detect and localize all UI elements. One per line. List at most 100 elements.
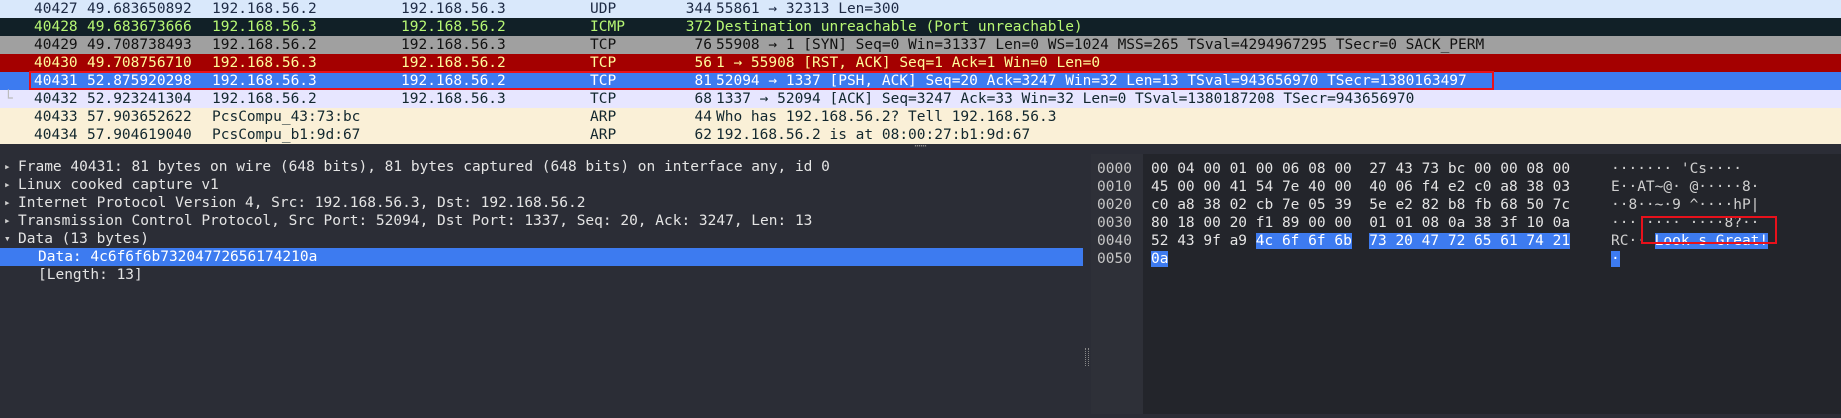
- collapsed-arrow-icon[interactable]: ▸: [4, 158, 16, 176]
- ascii-row[interactable]: ······· 'Cs····: [1611, 160, 1742, 178]
- packet-src-cell: 192.168.56.3: [212, 19, 317, 35]
- hex-row[interactable]: 0a: [1151, 250, 1169, 268]
- packet-info-cell: Who has 192.168.56.2? Tell 192.168.56.3: [716, 109, 1057, 125]
- packet-row[interactable]: 40433 57.903652622 PcsCompu_43:73:bc ARP 44 W…: [0, 108, 1841, 126]
- packet-len-cell: 68: [694, 91, 712, 107]
- packet-no-cell: 40433: [34, 109, 78, 125]
- packet-time-cell: 49.708756710: [87, 55, 192, 71]
- packet-no-cell: 40429: [34, 37, 78, 53]
- ascii-text: ······· 'Cs····: [1611, 161, 1742, 177]
- detail-text: Linux cooked capture v1: [18, 177, 219, 193]
- ascii-row[interactable]: ··8··~·9 ^····hP|: [1611, 196, 1759, 214]
- packet-len-cell: 344: [685, 1, 712, 17]
- ascii-row[interactable]: RC·· Look s Great!: [1611, 232, 1769, 250]
- collapsed-arrow-icon[interactable]: ▸: [4, 194, 16, 212]
- packet-no-cell: 40431: [34, 73, 78, 89]
- hex-bytes-selected: 73 20 47 72 65 61 74 21: [1369, 233, 1571, 249]
- hex-row[interactable]: 45 00 00 41 54 7e 40 00 40 06 f4 e2 c0 a…: [1151, 178, 1570, 196]
- packet-len-cell: 62: [694, 127, 712, 143]
- packet-time-cell: 49.683650892: [87, 1, 192, 17]
- packet-time-cell: 52.923241304: [87, 91, 192, 107]
- vertical-splitter[interactable]: [1083, 154, 1091, 414]
- hex-row[interactable]: 80 18 00 20 f1 89 00 00 01 01 08 0a 38 3…: [1151, 214, 1570, 232]
- byte-offset: 0050: [1097, 251, 1132, 267]
- detail-tree-item[interactable]: [Length: 13]: [0, 266, 1083, 284]
- packet-dst-cell: 192.168.56.3: [401, 1, 506, 17]
- packet-no-cell: 40428: [34, 19, 78, 35]
- detail-tree-item[interactable]: ▸ Internet Protocol Version 4, Src: 192.1…: [0, 194, 1083, 212]
- packet-no-cell: 40430: [34, 55, 78, 71]
- packet-info-cell: 1 → 55908 [RST, ACK] Seq=1 Ack=1 Win=0 L…: [716, 55, 1101, 71]
- packet-dst-cell: 192.168.56.2: [401, 55, 506, 71]
- packet-no-cell: 40434: [34, 127, 78, 143]
- hex-bytes: 80 18 00 20 f1 89 00 00: [1151, 215, 1352, 231]
- splitter-grip-icon: [1085, 348, 1089, 366]
- packet-src-cell: 192.168.56.2: [212, 1, 317, 17]
- expanded-arrow-icon[interactable]: ▾: [4, 230, 16, 248]
- packet-row[interactable]: 40427 49.683650892 192.168.56.2 192.168.56.…: [0, 0, 1841, 18]
- packet-info-cell: 192.168.56.2 is at 08:00:27:b1:9d:67: [716, 127, 1031, 143]
- hex-row[interactable]: c0 a8 38 02 cb 7e 05 39 5e e2 82 b8 fb 6…: [1151, 196, 1570, 214]
- hex-bytes: 40 06 f4 e2 c0 a8 38 03: [1369, 179, 1571, 195]
- packet-bytes-pane[interactable]: 00 04 00 01 00 06 08 00 27 43 73 bc 00 0…: [1091, 154, 1841, 414]
- byte-offset: 0020: [1097, 197, 1132, 213]
- packet-info-cell: 55861 → 32313 Len=300: [716, 1, 900, 17]
- packet-len-cell: 372: [685, 19, 712, 35]
- hex-bytes: c0 a8 38 02 cb 7e 05 39: [1151, 197, 1352, 213]
- byte-offset: 0000: [1097, 161, 1132, 177]
- ascii-text: ··· ···· ····8?··: [1611, 215, 1760, 231]
- detail-tree-item[interactable]: ▸ Transmission Control Protocol, Src Port…: [0, 212, 1083, 230]
- packet-src-cell: PcsCompu_43:73:bc: [212, 109, 361, 125]
- packet-row[interactable]: 40429 49.708738493 192.168.56.2 192.168.56.…: [0, 36, 1841, 54]
- detail-tree-item[interactable]: ▸ Frame 40431: 81 bytes on wire (648 bits…: [0, 158, 1083, 176]
- ascii-text: E··AT~@· @·····8·: [1611, 179, 1760, 195]
- hex-row[interactable]: 52 43 9f a9 4c 6f 6f 6b 73 20 47 72 65 6…: [1151, 232, 1571, 250]
- packet-src-cell: PcsCompu_b1:9d:67: [212, 127, 361, 143]
- ascii-text-selected: Look s Great!: [1654, 233, 1769, 249]
- horizontal-splitter[interactable]: ⋯⋯: [0, 141, 1841, 154]
- packet-src-cell: 192.168.56.2: [212, 91, 317, 107]
- detail-text: [Length: 13]: [38, 267, 143, 283]
- packet-row[interactable]: 40428 49.683673666 192.168.56.3 192.168.56.…: [0, 18, 1841, 36]
- hex-bytes: 52 43 9f a9: [1151, 233, 1248, 249]
- ascii-row[interactable]: ··· ···· ····8?··: [1611, 214, 1759, 232]
- hex-row[interactable]: 00 04 00 01 00 06 08 00 27 43 73 bc 00 0…: [1151, 160, 1570, 178]
- packet-time-cell: 52.875920298: [87, 73, 192, 89]
- packet-info-cell: 1337 → 52094 [ACK] Seq=3247 Ack=33 Win=3…: [716, 91, 1415, 107]
- collapsed-arrow-icon[interactable]: ▸: [4, 212, 16, 230]
- packet-dst-cell: 192.168.56.2: [401, 19, 506, 35]
- detail-tree-item[interactable]: ▸ Linux cooked capture v1: [0, 176, 1083, 194]
- packet-src-cell: 192.168.56.2: [212, 37, 317, 53]
- packet-row[interactable]: 40432 52.923241304 192.168.56.2 192.168.56.…: [0, 90, 1841, 108]
- ascii-row[interactable]: ·: [1611, 250, 1620, 268]
- hex-bytes: 01 01 08 0a 38 3f 10 0a: [1369, 215, 1571, 231]
- packet-len-cell: 81: [694, 73, 712, 89]
- hex-bytes: 5e e2 82 b8 fb 68 50 7c: [1369, 197, 1571, 213]
- packet-info-cell: Destination unreachable (Port unreachabl…: [716, 19, 1083, 35]
- splitter-grip-icon: ⋯⋯: [914, 141, 927, 152]
- hex-bytes: 00 04 00 01 00 06 08 00: [1151, 161, 1352, 177]
- packet-row[interactable]: 40430 49.708756710 192.168.56.3 192.168.56.…: [0, 54, 1841, 72]
- packet-time-cell: 49.708738493: [87, 37, 192, 53]
- packet-no-cell: 40432: [34, 91, 78, 107]
- wireshark-window: 40427 49.683650892 192.168.56.2 192.168.56.…: [0, 0, 1841, 418]
- packet-info-cell: 55908 → 1 [SYN] Seq=0 Win=31337 Len=0 WS…: [716, 37, 1485, 53]
- packet-dst-cell: 192.168.56.2: [401, 73, 506, 89]
- hex-bytes-selected: 0a: [1151, 251, 1169, 267]
- ascii-text: RC··: [1611, 233, 1646, 249]
- packet-no-cell: 40427: [34, 1, 78, 17]
- hex-bytes-selected: 4c 6f 6f 6b: [1255, 233, 1352, 249]
- packet-src-cell: 192.168.56.3: [212, 73, 317, 89]
- detail-tree-item[interactable]: Data: 4c6f6f6b73204772656174210a: [0, 248, 1083, 266]
- ascii-row[interactable]: E··AT~@· @·····8·: [1611, 178, 1759, 196]
- packet-len-cell: 44: [694, 109, 712, 125]
- packet-len-cell: 76: [694, 37, 712, 53]
- hex-bytes: 27 43 73 bc 00 00 08 00: [1369, 161, 1571, 177]
- packet-details-pane[interactable]: ▸ Frame 40431: 81 bytes on wire (648 bits…: [0, 154, 1083, 418]
- conversation-end-icon: └: [4, 91, 13, 107]
- packet-row[interactable]: 40431 52.875920298 192.168.56.3 192.168.56.…: [0, 72, 1841, 90]
- packet-dst-cell: 192.168.56.3: [401, 91, 506, 107]
- collapsed-arrow-icon[interactable]: ▸: [4, 176, 16, 194]
- packet-list[interactable]: 40427 49.683650892 192.168.56.2 192.168.56.…: [0, 0, 1841, 144]
- detail-tree-item[interactable]: ▾ Data (13 bytes): [0, 230, 1083, 248]
